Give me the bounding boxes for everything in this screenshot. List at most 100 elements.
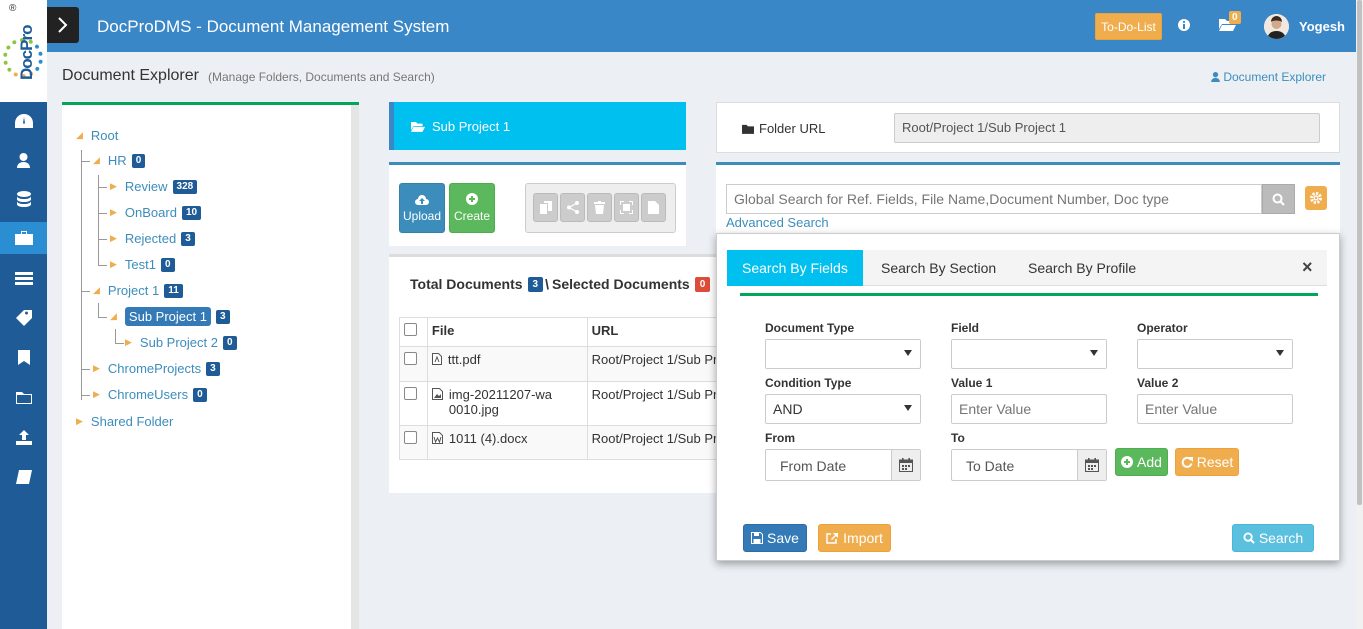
- tree-node-shared-folder[interactable]: ▶ Shared Folder: [76, 414, 173, 429]
- global-search-input[interactable]: [726, 184, 1262, 214]
- delete-button[interactable]: [587, 193, 612, 222]
- global-search-button[interactable]: [1262, 184, 1295, 214]
- advanced-search-link[interactable]: Advanced Search: [726, 215, 829, 230]
- file-name[interactable]: 1011 (4).docx: [449, 431, 528, 446]
- tab-search-by-fields[interactable]: Search By Fields: [727, 250, 863, 286]
- row-checkbox[interactable]: [404, 387, 417, 400]
- properties-button[interactable]: [641, 193, 666, 222]
- caret-right-icon: ▶: [110, 181, 117, 191]
- calendar-icon[interactable]: [891, 450, 920, 480]
- tree-node-hr[interactable]: ◢ HR 0: [93, 153, 146, 168]
- search-button[interactable]: Search: [1232, 524, 1314, 552]
- value1-input[interactable]: [951, 394, 1107, 424]
- tree-line: [81, 161, 90, 162]
- column-header-file[interactable]: File: [426, 317, 588, 347]
- caret-right-icon: ▶: [125, 337, 132, 347]
- save-button[interactable]: Save: [743, 524, 807, 552]
- avatar[interactable]: [1264, 14, 1289, 39]
- row-checkbox[interactable]: [404, 431, 417, 444]
- tree-node-chromeprojects[interactable]: ▶ ChromeProjects 3: [93, 361, 220, 376]
- table-row[interactable]: img-20211207-wa0010.jpg Root/Project 1/S…: [399, 381, 719, 426]
- copy-button[interactable]: [533, 193, 558, 222]
- tree-line: [98, 239, 107, 240]
- table-row[interactable]: ttt.pdf Root/Project 1/Sub Pr: [399, 346, 719, 382]
- to-date-picker[interactable]: To Date: [951, 449, 1107, 481]
- tree-node-onboard[interactable]: ▶ OnBoard 10: [110, 205, 202, 220]
- document-type-select[interactable]: [765, 339, 921, 369]
- page-scrollbar[interactable]: [1356, 0, 1363, 629]
- disabled-actions-group: [525, 183, 676, 233]
- row-select-cell: [399, 381, 428, 426]
- calendar-icon[interactable]: [1077, 450, 1106, 480]
- file-name[interactable]: img-20211207-wa0010.jpg: [449, 387, 557, 417]
- sidebar-toggle-button[interactable]: [47, 7, 79, 43]
- value2-input[interactable]: [1137, 394, 1293, 424]
- selected-documents-label: Selected Documents: [551, 276, 690, 292]
- tree-node-subproject2[interactable]: ▶ Sub Project 2 0: [125, 335, 237, 350]
- operator-select[interactable]: [1137, 339, 1293, 369]
- folder-url-field[interactable]: Root/Project 1/Sub Project 1: [894, 113, 1320, 143]
- upload-icon[interactable]: [0, 421, 47, 453]
- floppy-disk-icon: [751, 532, 764, 544]
- column-header-url[interactable]: URL: [586, 317, 719, 347]
- tree-node-subproject1[interactable]: ◢ Sub Project 1 3: [110, 307, 230, 326]
- share-button[interactable]: [560, 193, 585, 222]
- tab-search-by-section[interactable]: Search By Section: [866, 250, 1011, 286]
- field-label: Field: [951, 321, 980, 335]
- count-badge: 0: [222, 335, 237, 350]
- tree-scrollbar[interactable]: [351, 105, 359, 629]
- breadcrumb[interactable]: Document Explorer: [1211, 70, 1326, 84]
- count-separator: \: [545, 276, 549, 292]
- upload-button[interactable]: Upload: [399, 183, 445, 233]
- search-icon: [1272, 193, 1285, 206]
- todo-list-button[interactable]: To-Do-List: [1095, 13, 1162, 40]
- crop-icon: [620, 201, 633, 214]
- book-icon[interactable]: [0, 461, 47, 493]
- tree-node-rejected[interactable]: ▶ Rejected 3: [110, 231, 195, 246]
- tree-node-root[interactable]: ◢ Root: [76, 128, 118, 143]
- count-badge: 11: [164, 283, 183, 298]
- total-documents-badge: 3: [527, 276, 544, 292]
- page-title: Document Explorer: [62, 67, 199, 84]
- bookmark-icon[interactable]: [0, 341, 47, 373]
- condition-type-select[interactable]: AND: [765, 394, 921, 424]
- docpro-logo[interactable]: ® DocPro: [0, 0, 47, 102]
- tree-node-project1[interactable]: ◢ Project 1 11: [93, 283, 183, 298]
- move-button[interactable]: [614, 193, 639, 222]
- select-all-checkbox[interactable]: [404, 323, 417, 336]
- caret-down-icon: ◢: [76, 130, 83, 140]
- user-icon[interactable]: [0, 144, 47, 176]
- global-search-panel: Advanced Search: [716, 162, 1340, 237]
- add-condition-button[interactable]: Add: [1115, 448, 1168, 476]
- tree-node-review[interactable]: ▶ Review 328: [110, 179, 198, 194]
- close-icon[interactable]: ×: [1302, 257, 1313, 278]
- from-date-picker[interactable]: From Date: [765, 449, 921, 481]
- scrollbar-thumb[interactable]: [1357, 0, 1362, 505]
- dashboard-icon[interactable]: [0, 105, 47, 137]
- app-title: DocProDMS - Document Management System: [97, 17, 450, 36]
- user-name[interactable]: Yogesh: [1299, 19, 1345, 34]
- briefcase-icon[interactable]: [0, 222, 47, 254]
- tree-line: [81, 150, 82, 400]
- tree-line: [98, 303, 99, 317]
- create-button[interactable]: Create: [449, 183, 495, 233]
- tag-icon[interactable]: [0, 302, 47, 334]
- database-icon[interactable]: [0, 183, 47, 215]
- file-name[interactable]: ttt.pdf: [448, 352, 481, 367]
- tab-search-by-profile[interactable]: Search By Profile: [1013, 250, 1151, 286]
- folder-icon[interactable]: [0, 381, 47, 413]
- info-icon[interactable]: [1177, 18, 1191, 35]
- list-icon[interactable]: [0, 262, 47, 294]
- field-select[interactable]: [951, 339, 1107, 369]
- row-checkbox[interactable]: [404, 352, 417, 365]
- table-row[interactable]: 1011 (4).docx Root/Project 1/Sub Pr: [399, 425, 719, 460]
- to-date-placeholder: To Date: [966, 458, 1015, 474]
- refresh-icon: [1181, 456, 1193, 468]
- caret-right-icon: ▶: [110, 259, 117, 269]
- tree-node-chromeusers[interactable]: ▶ ChromeUsers 0: [93, 387, 207, 402]
- count-badge: 0: [161, 257, 175, 272]
- import-button[interactable]: Import: [818, 524, 891, 552]
- reset-button[interactable]: Reset: [1175, 448, 1239, 476]
- tree-node-test1[interactable]: ▶ Test1 0: [110, 257, 175, 272]
- search-settings-button[interactable]: [1305, 186, 1327, 210]
